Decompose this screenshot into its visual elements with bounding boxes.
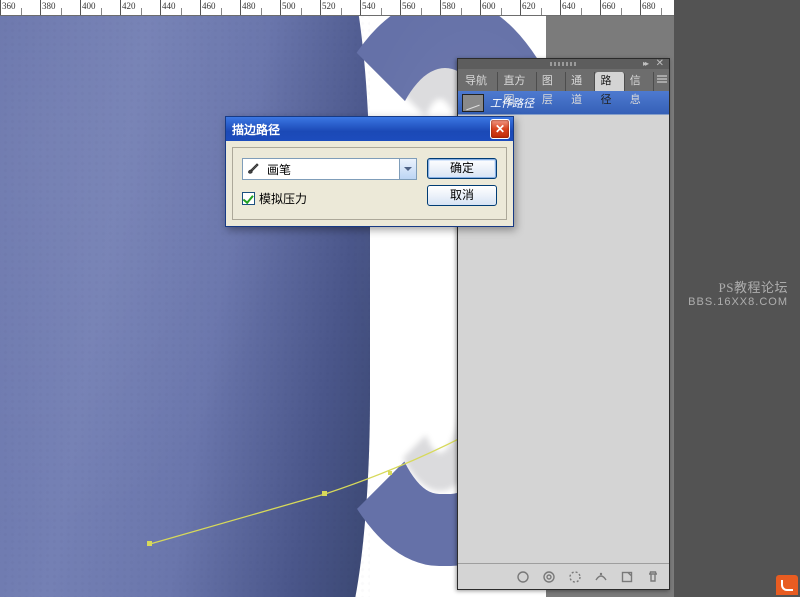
new-path-icon[interactable] xyxy=(619,569,635,585)
brush-icon xyxy=(243,159,263,179)
cancel-button[interactable]: 取消 xyxy=(427,185,497,206)
dialog-close-button[interactable]: ✕ xyxy=(490,119,510,139)
ruler-tick: 380 xyxy=(42,1,56,11)
tab-paths[interactable]: 路径 xyxy=(595,72,624,91)
horizontal-ruler: 360 380 400 420 440 460 480 500 520 540 … xyxy=(0,0,674,16)
ruler-tick: 360 xyxy=(2,1,16,11)
simulate-pressure-label: 模拟压力 xyxy=(259,190,307,207)
ruler-tick: 480 xyxy=(242,1,256,11)
panel-grip[interactable]: ▸▸ ✕ xyxy=(458,59,669,69)
delete-path-icon[interactable] xyxy=(645,569,661,585)
watermark-line2: BBS.16XX8.COM xyxy=(688,295,788,310)
ruler-tick: 420 xyxy=(122,1,136,11)
ruler-tick: 660 xyxy=(602,1,616,11)
dialog-title: 描边路径 xyxy=(232,121,490,138)
ruler-tick: 680 xyxy=(642,1,656,11)
ruler-tick: 600 xyxy=(482,1,496,11)
panel-footer xyxy=(458,563,669,589)
ok-button[interactable]: 确定 xyxy=(427,158,497,179)
dialog-titlebar[interactable]: 描边路径 ✕ xyxy=(226,117,513,141)
watermark-line1: PS教程论坛 xyxy=(688,280,788,295)
ruler-tick: 520 xyxy=(322,1,336,11)
simulate-pressure-checkbox[interactable] xyxy=(242,192,255,205)
tab-layers[interactable]: 图层 xyxy=(537,72,566,91)
path-to-selection-icon[interactable] xyxy=(567,569,583,585)
ruler-tick: 560 xyxy=(402,1,416,11)
tab-navigator[interactable]: 导航器 xyxy=(460,72,498,91)
fill-path-icon[interactable] xyxy=(515,569,531,585)
ruler-tick: 620 xyxy=(522,1,536,11)
stroke-path-dialog: 描边路径 ✕ 画笔 模拟压力 确定 取消 xyxy=(225,116,514,227)
ruler-tick: 400 xyxy=(82,1,96,11)
selection-to-path-icon[interactable] xyxy=(593,569,609,585)
tool-combobox[interactable]: 画笔 xyxy=(242,158,417,180)
corner-badge-icon xyxy=(776,575,798,595)
panel-menu-icon[interactable] xyxy=(654,73,669,91)
tab-histogram[interactable]: 直方图 xyxy=(498,72,536,91)
panel-collapse-icon[interactable]: ▸▸ xyxy=(643,59,647,68)
ruler-tick: 640 xyxy=(562,1,576,11)
path-item-label: 工作路径 xyxy=(490,95,534,111)
ruler-tick: 500 xyxy=(282,1,296,11)
panel-tabs: 导航器 直方图 图层 通道 路径 信息 xyxy=(458,69,669,91)
combobox-dropdown-icon[interactable] xyxy=(399,159,416,179)
ruler-tick: 460 xyxy=(202,1,216,11)
path-thumbnail xyxy=(462,94,484,112)
ruler-tick: 580 xyxy=(442,1,456,11)
tool-value: 画笔 xyxy=(263,161,399,178)
ruler-tick: 540 xyxy=(362,1,376,11)
panel-close-icon[interactable]: ✕ xyxy=(656,58,664,69)
ruler-tick: 440 xyxy=(162,1,176,11)
watermark: PS教程论坛 BBS.16XX8.COM xyxy=(688,280,788,310)
tab-info[interactable]: 信息 xyxy=(625,72,654,91)
tab-channels[interactable]: 通道 xyxy=(566,72,595,91)
stroke-path-icon[interactable] xyxy=(541,569,557,585)
